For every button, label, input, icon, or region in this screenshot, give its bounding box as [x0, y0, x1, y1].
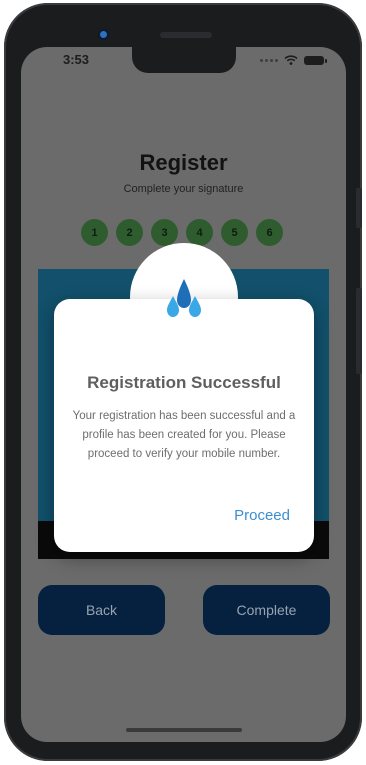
step-1: 1	[81, 219, 108, 246]
step-indicator: 1 2 3 4 5 6	[81, 219, 283, 246]
page-subtitle: Complete your signature	[123, 183, 244, 195]
power-button	[356, 288, 362, 374]
volume-button	[356, 188, 362, 228]
step-5: 5	[221, 219, 248, 246]
wifi-icon	[284, 55, 298, 65]
step-2: 2	[116, 219, 143, 246]
app-screen: 3:53 Register Complete your signature 1 …	[21, 47, 346, 742]
proceed-button[interactable]: Proceed	[234, 507, 290, 524]
page-title: Register	[139, 150, 228, 175]
step-6: 6	[256, 219, 283, 246]
step-4: 4	[186, 219, 213, 246]
home-indicator[interactable]	[126, 728, 242, 732]
status-icons	[260, 55, 327, 65]
front-camera	[100, 31, 107, 38]
step-3: 3	[151, 219, 178, 246]
dialog-title: Registration Successful	[87, 373, 281, 392]
success-dialog: Registration Successful Your registratio…	[54, 299, 314, 552]
status-time: 3:53	[63, 52, 90, 67]
status-bar: 3:53	[21, 47, 346, 75]
earpiece-speaker	[160, 32, 212, 38]
dialog-message: Your registration has been successful an…	[72, 410, 296, 460]
complete-button[interactable]: Complete	[203, 585, 330, 635]
signal-icon	[260, 58, 278, 62]
drops-logo-icon	[167, 279, 201, 317]
notch	[132, 47, 236, 73]
battery-icon	[304, 55, 327, 65]
back-button[interactable]: Back	[38, 585, 165, 635]
